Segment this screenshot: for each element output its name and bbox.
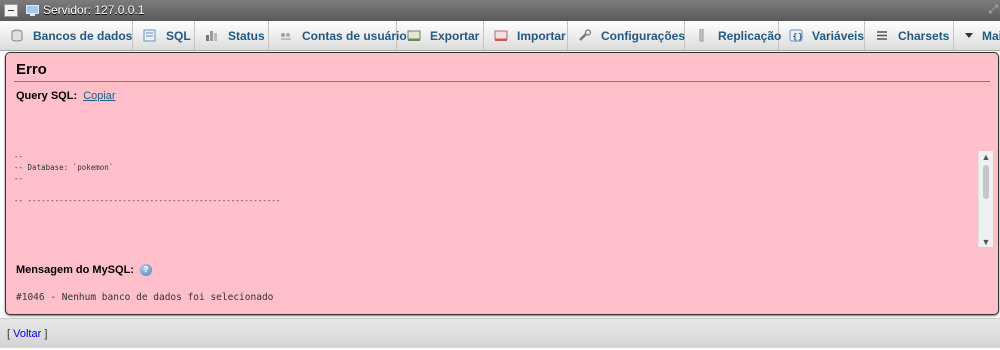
tab-label: Status xyxy=(228,28,265,43)
server-label[interactable]: Servidor: 127.0.0.1 xyxy=(43,3,144,18)
sql-code[interactable]: -- -- Database: `pokemon` -- -- --------… xyxy=(14,151,976,237)
import-icon xyxy=(494,30,508,41)
tab-label: Variáveis xyxy=(812,28,865,43)
query-label: Query SQL: Copiar xyxy=(16,90,116,102)
back-wrapper: [ Voltar ] xyxy=(7,328,47,340)
caret-down-icon xyxy=(965,33,973,38)
help-icon[interactable]: ? xyxy=(139,264,152,276)
tab-databases[interactable]: Bancos de dados xyxy=(0,21,133,50)
error-title: Erro xyxy=(16,61,47,78)
server-bar: Servidor: 127.0.0.1 ⤢ xyxy=(0,0,1000,21)
top-menu: Bancos de dados SQL Status Contas de usu… xyxy=(0,21,1000,51)
query-label-text: Query SQL: xyxy=(16,90,78,102)
export-icon xyxy=(407,30,421,41)
code-scrollbar[interactable]: ▲ ▼ xyxy=(978,151,993,247)
scroll-thumb[interactable] xyxy=(983,165,989,199)
tab-status[interactable]: Status xyxy=(195,21,269,50)
variables-icon: {} xyxy=(789,29,803,42)
tab-label: Configurações xyxy=(601,28,686,43)
restore-icon[interactable]: ⤢ xyxy=(988,2,998,17)
mysql-label-text: Mensagem do MySQL: xyxy=(16,264,134,276)
bracket-close: ] xyxy=(41,328,48,340)
tab-label: SQL xyxy=(166,28,191,43)
tab-settings[interactable]: Configurações xyxy=(568,21,685,50)
status-icon xyxy=(206,31,217,41)
replication-icon xyxy=(699,29,704,42)
sql-icon xyxy=(143,29,156,42)
database-icon xyxy=(11,29,23,42)
tab-label: Replicação xyxy=(718,28,782,43)
tab-label: Exportar xyxy=(430,28,480,43)
tab-label: Contas de usuário xyxy=(302,28,407,43)
mysql-message-label: Mensagem do MySQL: ? xyxy=(16,264,152,276)
divider xyxy=(14,81,990,82)
tab-user-accounts[interactable]: Contas de usuário xyxy=(269,21,407,50)
users-icon xyxy=(281,33,291,40)
charsets-icon xyxy=(877,31,887,40)
tab-sql[interactable]: SQL xyxy=(133,21,195,50)
copy-link[interactable]: Copiar xyxy=(83,90,115,102)
back-bar: [ Voltar ] xyxy=(0,318,1000,348)
svg-text:{}: {} xyxy=(792,32,803,41)
back-link[interactable]: Voltar xyxy=(13,328,41,340)
scroll-down-icon[interactable]: ▼ xyxy=(979,237,993,247)
scroll-up-icon[interactable]: ▲ xyxy=(979,152,993,162)
tab-label: Bancos de dados xyxy=(33,28,133,43)
tab-label: Charsets xyxy=(898,28,950,43)
tab-variables[interactable]: {} Variáveis xyxy=(779,21,865,50)
tab-more[interactable]: Mais xyxy=(954,21,1000,50)
error-panel: Erro Query SQL: Copiar -- -- Database: `… xyxy=(5,52,999,315)
error-message: #1046 - Nenhum banco de dados foi seleci… xyxy=(16,292,274,303)
collapse-icon[interactable] xyxy=(4,4,18,17)
tab-import[interactable]: Importar xyxy=(484,21,568,50)
wrench-icon xyxy=(579,29,592,41)
tab-replication[interactable]: Replicação xyxy=(685,21,782,50)
tab-label: Mais xyxy=(982,28,1000,43)
tab-export[interactable]: Exportar xyxy=(397,21,484,50)
tab-charsets[interactable]: Charsets xyxy=(865,21,954,50)
server-icon xyxy=(26,5,39,16)
tab-label: Importar xyxy=(517,28,566,43)
